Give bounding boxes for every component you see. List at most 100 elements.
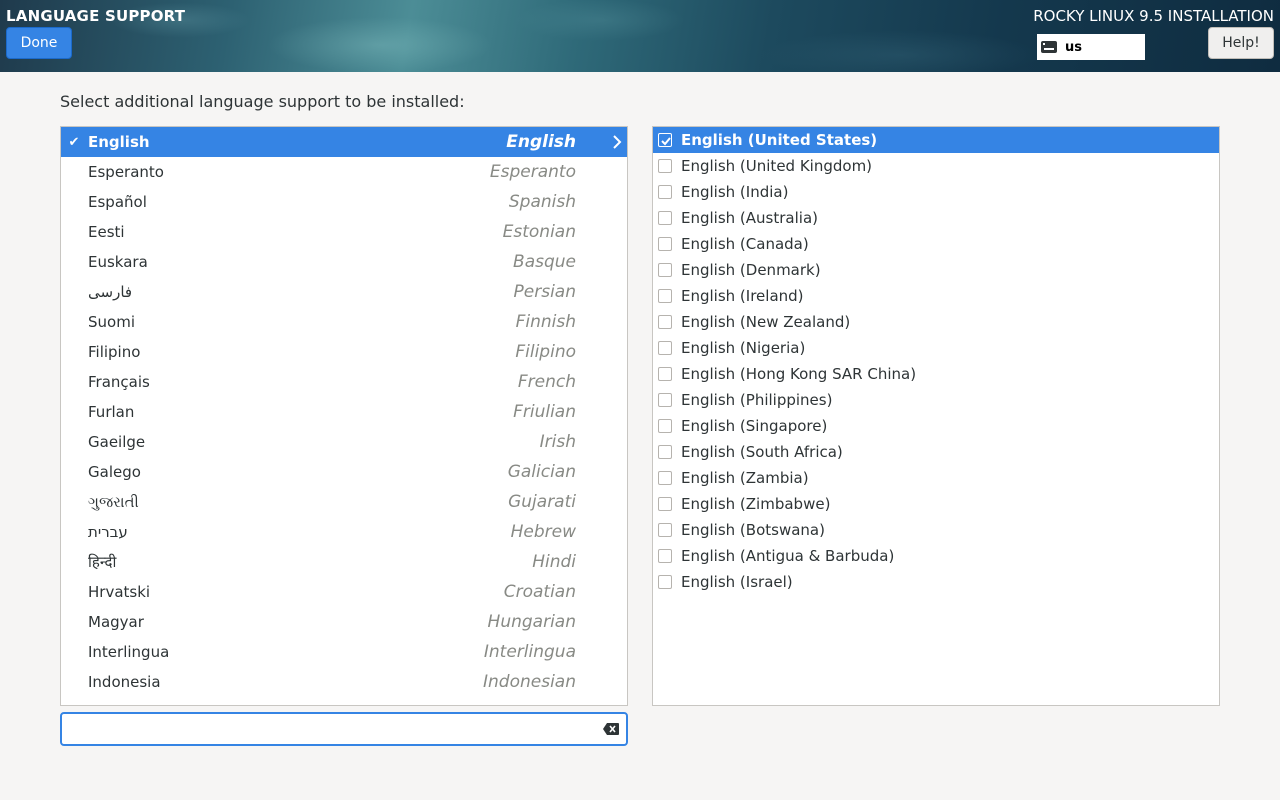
locale-label: English (Botswana) [681,521,825,539]
chevron-right-icon [613,135,622,149]
locale-checkbox[interactable] [658,393,672,407]
locale-row[interactable]: English (Nigeria) [653,335,1219,361]
language-row[interactable]: Français French [61,367,627,397]
locale-row[interactable]: English (Singapore) [653,413,1219,439]
locale-label: English (United Kingdom) [681,157,873,175]
language-row[interactable]: Eesti Estonian [61,217,627,247]
locale-label: English (Australia) [681,209,818,227]
locale-checkbox[interactable] [658,445,672,459]
locale-row[interactable]: English (Canada) [653,231,1219,257]
locale-checkbox[interactable] [658,263,672,277]
language-native-name: Interlingua [88,643,170,661]
page-title: LANGUAGE SUPPORT [6,7,186,25]
locale-row[interactable]: English (Botswana) [653,517,1219,543]
language-row[interactable]: Esperanto Esperanto [61,157,627,187]
locale-checkbox[interactable] [658,523,672,537]
keyboard-layout-indicator[interactable]: us [1037,34,1145,60]
search-box[interactable] [60,712,628,746]
language-native-name: فارسی [88,283,133,301]
done-button[interactable]: Done [6,27,72,59]
language-row[interactable]: עברית Hebrew [61,517,627,547]
locale-checkbox[interactable] [658,315,672,329]
locale-label: English (Ireland) [681,287,804,305]
language-english-name: Spanish [508,192,576,212]
locale-checkbox[interactable] [658,367,672,381]
language-row[interactable]: Suomi Finnish [61,307,627,337]
language-english-name: Persian [513,282,576,302]
locale-checkbox[interactable] [658,419,672,433]
locale-row[interactable]: English (Israel) [653,569,1219,595]
language-native-name: Esperanto [88,163,164,181]
language-english-name: Filipino [515,342,576,362]
locale-checkbox[interactable] [658,341,672,355]
locale-row[interactable]: English (India) [653,179,1219,205]
language-native-name: English [88,133,150,151]
locale-checkbox[interactable] [658,549,672,563]
locale-row[interactable]: English (Ireland) [653,283,1219,309]
installation-title: ROCKY LINUX 9.5 INSTALLATION [1033,7,1274,25]
locale-checkbox[interactable] [658,497,672,511]
language-native-name: Magyar [88,613,144,631]
locale-checkbox[interactable] [658,471,672,485]
language-row[interactable]: Magyar Hungarian [61,607,627,637]
locale-label: English (South Africa) [681,443,843,461]
language-english-name: French [517,372,576,392]
language-english-name: Galician [507,462,576,482]
keyboard-icon [1041,41,1059,53]
locale-row[interactable]: English (South Africa) [653,439,1219,465]
locale-checkbox[interactable] [658,289,672,303]
locale-label: English (Denmark) [681,261,821,279]
locale-checkbox[interactable] [658,237,672,251]
locale-label: English (Philippines) [681,391,833,409]
language-row[interactable]: Galego Galician [61,457,627,487]
language-english-name: English [506,132,576,152]
locale-row[interactable]: English (Australia) [653,205,1219,231]
language-native-name: Furlan [88,403,135,421]
language-english-name: Croatian [503,582,576,602]
language-row[interactable]: فارسی Persian [61,277,627,307]
language-row[interactable]: Español Spanish [61,187,627,217]
locale-row[interactable]: English (Zambia) [653,465,1219,491]
language-row[interactable]: Indonesia Indonesian [61,667,627,697]
locale-checkbox[interactable] [658,133,672,147]
locale-label: English (Singapore) [681,417,828,435]
instruction-text: Select additional language support to be… [60,92,465,111]
language-row[interactable]: हिन्दी Hindi [61,547,627,577]
language-row[interactable]: Gaeilge Irish [61,427,627,457]
locale-checkbox[interactable] [658,185,672,199]
locale-label: English (Zimbabwe) [681,495,831,513]
language-native-name: Eesti [88,223,125,241]
language-native-name: Filipino [88,343,141,361]
language-native-name: Euskara [88,253,148,271]
locale-row[interactable]: English (Hong Kong SAR China) [653,361,1219,387]
language-row[interactable]: ગુજરાતી Gujarati [61,487,627,517]
language-row[interactable]: ✔ English English [61,127,627,157]
locale-row[interactable]: English (Denmark) [653,257,1219,283]
locale-checkbox[interactable] [658,211,672,225]
locale-checkbox[interactable] [658,575,672,589]
locale-list[interactable]: English (United States) English (United K… [652,126,1220,706]
language-native-name: Hrvatski [88,583,151,601]
language-english-name: Irish [539,432,576,452]
header-bar: LANGUAGE SUPPORT Done ROCKY LINUX 9.5 IN… [0,0,1280,72]
language-search-input[interactable] [68,718,588,740]
language-row[interactable]: Filipino Filipino [61,337,627,367]
language-row[interactable]: Interlingua Interlingua [61,637,627,667]
language-row[interactable]: Furlan Friulian [61,397,627,427]
locale-row[interactable]: English (Antigua & Barbuda) [653,543,1219,569]
language-native-name: Gaeilge [88,433,146,451]
locale-checkbox[interactable] [658,159,672,173]
locale-row[interactable]: English (United Kingdom) [653,153,1219,179]
locale-row[interactable]: English (New Zealand) [653,309,1219,335]
clear-icon[interactable] [602,722,620,736]
language-list[interactable]: ✔ English English Esperanto Esperanto Español… [60,126,628,706]
locale-label: English (India) [681,183,789,201]
locale-row[interactable]: English (Zimbabwe) [653,491,1219,517]
locale-label: English (United States) [681,131,878,149]
locale-row[interactable]: English (United States) [653,127,1219,153]
help-button[interactable]: Help! [1208,27,1274,59]
keyboard-layout-label: us [1065,39,1082,55]
language-row[interactable]: Euskara Basque [61,247,627,277]
locale-row[interactable]: English (Philippines) [653,387,1219,413]
language-row[interactable]: Hrvatski Croatian [61,577,627,607]
